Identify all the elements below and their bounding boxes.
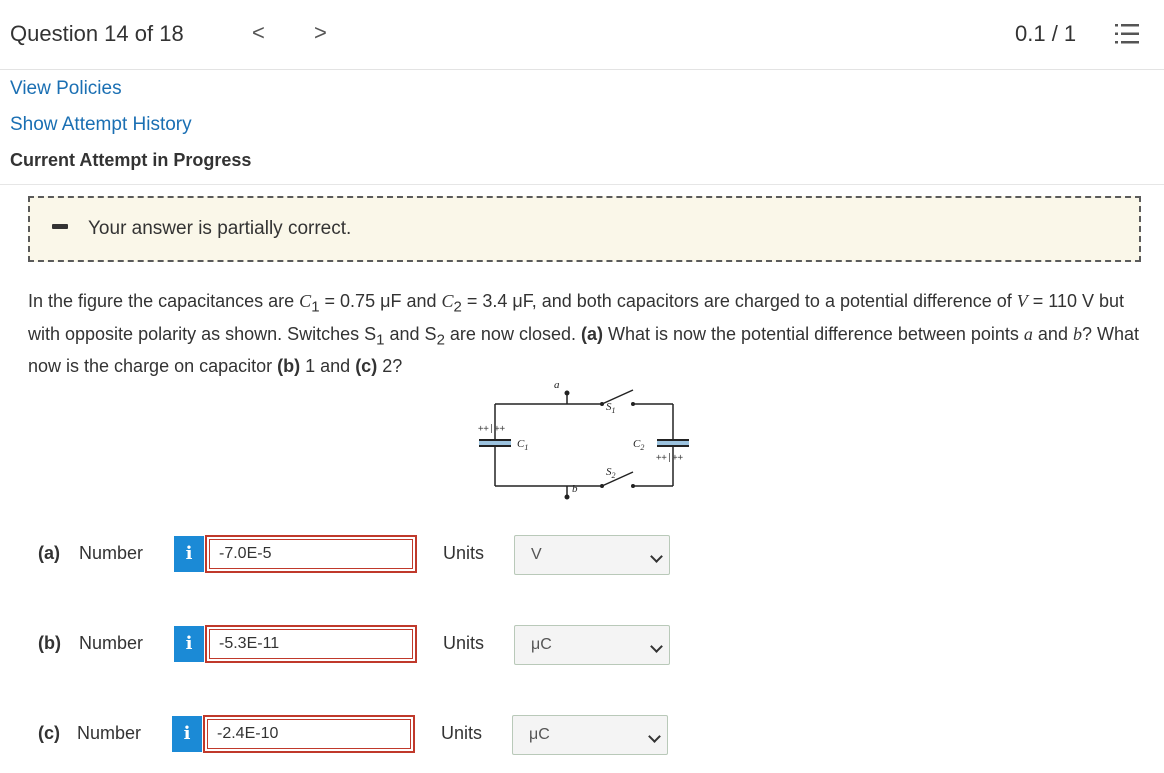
question-title: Question 14 of 18 [10, 21, 184, 46]
svg-text:++|++: ++|++ [656, 453, 684, 463]
next-question-button[interactable]: > [314, 20, 327, 46]
question-score: 0.1 / 1 [1015, 21, 1077, 46]
unit-value: μC [529, 726, 550, 743]
info-icon[interactable]: i [174, 536, 204, 572]
partial-icon [52, 224, 68, 229]
chevron-down-icon [648, 730, 661, 743]
figure-point-b: b [572, 483, 578, 495]
circuit-diagram: a b S1 S2 C1 C2 ++|++ ++|++ [478, 379, 689, 500]
number-label: Number [77, 723, 142, 743]
show-attempt-history-link[interactable]: Show Attempt History [10, 114, 192, 136]
number-label: Number [79, 543, 144, 563]
unit-select-a[interactable]: V [514, 535, 670, 575]
part-label: (b) [38, 633, 61, 653]
answer-row-a: (a) Number i Units V [0, 535, 1164, 575]
part-label: (a) [38, 543, 60, 563]
part-label: (c) [38, 723, 60, 743]
svg-text:C2: C2 [633, 438, 644, 452]
unit-select-c[interactable]: μC [512, 715, 668, 755]
unit-value: μC [531, 636, 552, 653]
list-icon[interactable] [1114, 22, 1140, 46]
svg-text:S1: S1 [606, 401, 616, 415]
chevron-down-icon [650, 550, 663, 563]
feedback-text: Your answer is partially correct. [88, 218, 352, 239]
units-label: Units [443, 633, 485, 653]
answer-input-b[interactable] [205, 625, 417, 663]
svg-text:C1: C1 [517, 438, 528, 452]
answer-input-a[interactable] [205, 535, 417, 573]
unit-value: V [531, 546, 542, 563]
units-label: Units [441, 723, 483, 743]
info-icon[interactable]: i [172, 716, 202, 752]
svg-text:++|++: ++|++ [478, 424, 506, 434]
answer-row-b: (b) Number i Units μC [0, 625, 1164, 665]
unit-select-b[interactable]: μC [514, 625, 670, 665]
answer-row-c: (c) Number i Units μC [0, 715, 1164, 755]
info-icon[interactable]: i [174, 626, 204, 662]
problem-statement: In the figure the capacitances are C1 = … [28, 291, 1139, 377]
attempt-status: Current Attempt in Progress [10, 150, 252, 170]
divider [0, 184, 1164, 185]
feedback-box: Your answer is partially correct. [28, 196, 1141, 262]
view-policies-link[interactable]: View Policies [10, 78, 122, 100]
units-label: Units [443, 543, 485, 563]
question-header: Question 14 of 18 < > 0.1 / 1 [0, 0, 1164, 70]
number-label: Number [79, 633, 144, 653]
chevron-down-icon [650, 640, 663, 653]
previous-question-button[interactable]: < [252, 20, 265, 46]
answer-input-c[interactable] [203, 715, 415, 753]
figure-point-a: a [554, 379, 560, 391]
svg-text:S2: S2 [606, 466, 616, 480]
